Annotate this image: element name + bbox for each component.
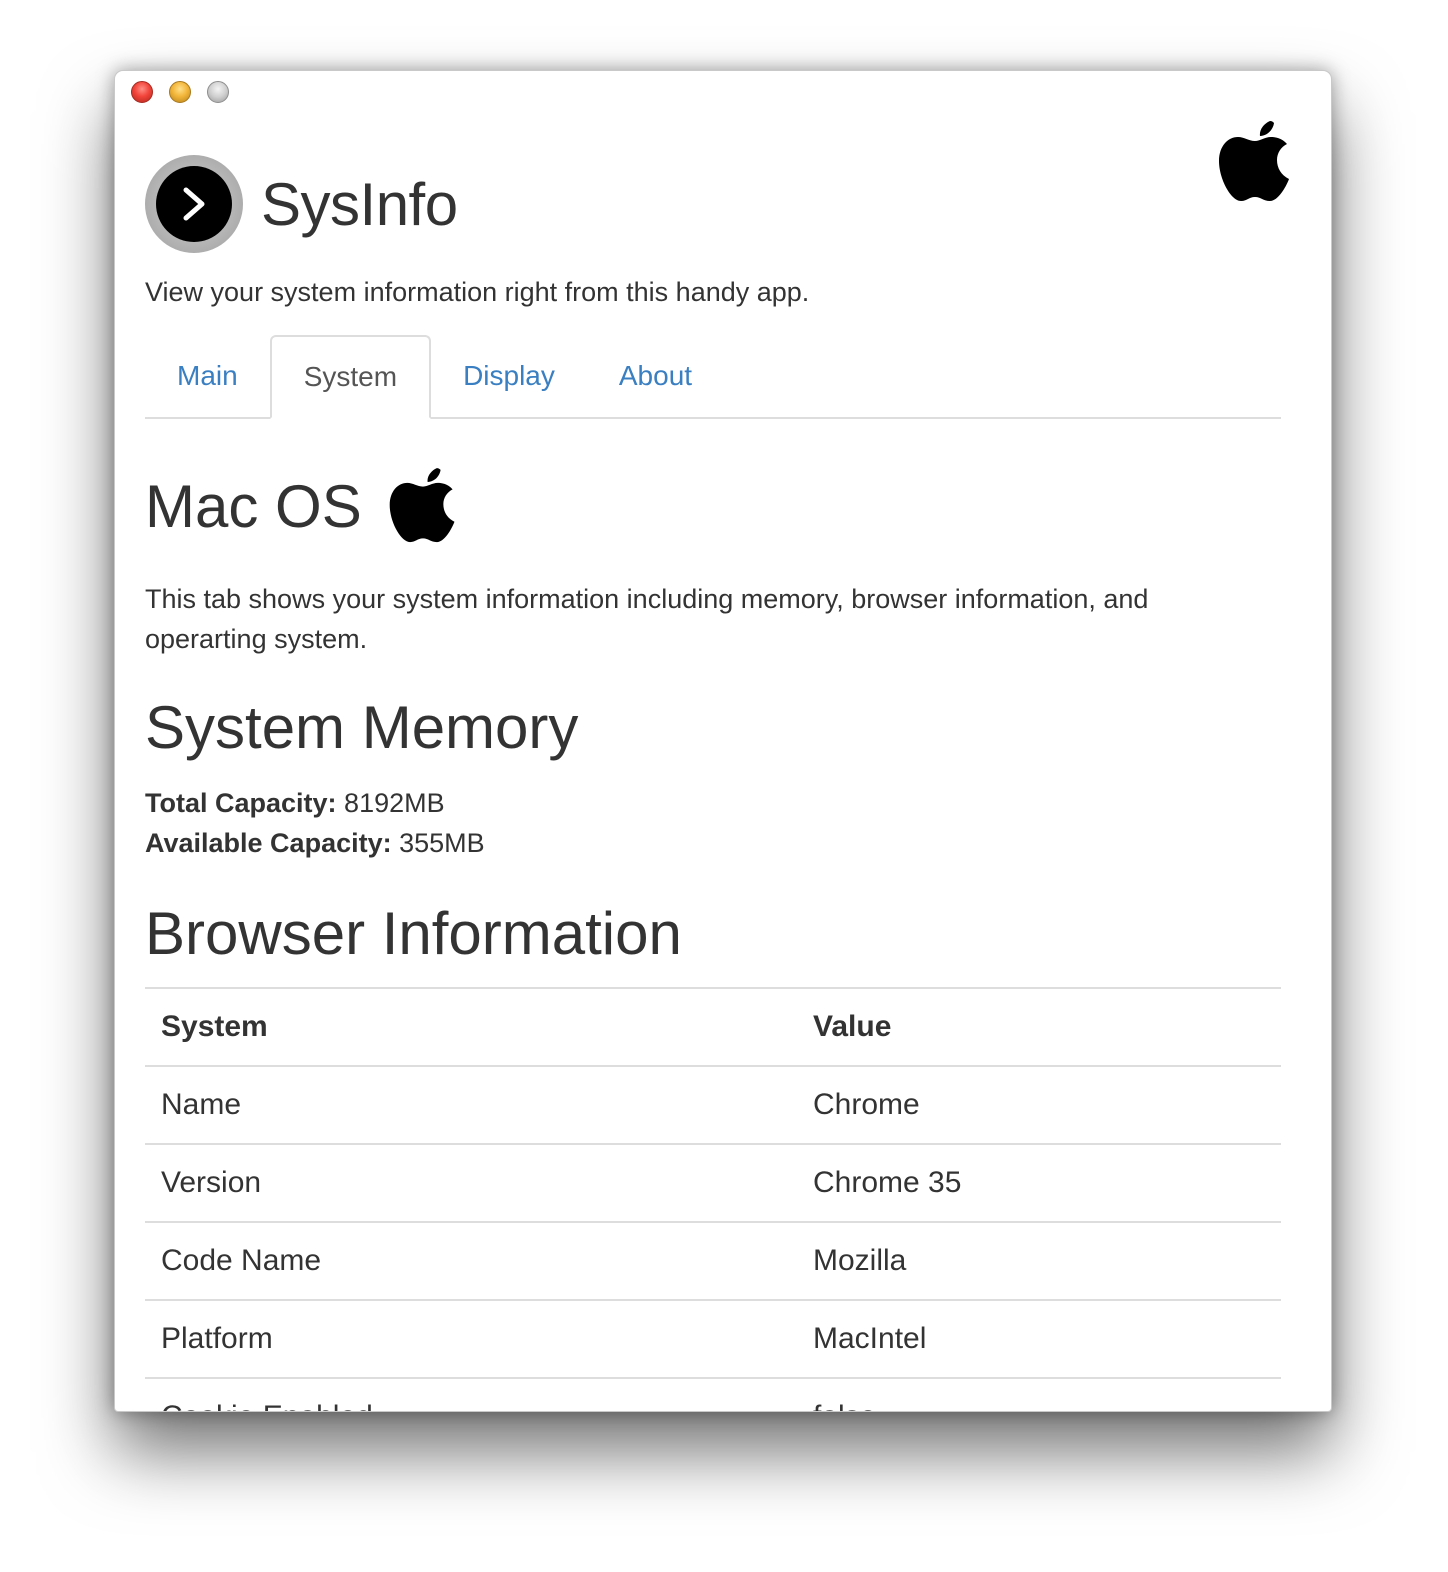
- row-key: Platform: [145, 1299, 797, 1378]
- column-header-value: Value: [797, 987, 1281, 1066]
- table-row: Code Name Mozilla: [145, 1221, 1281, 1300]
- table-row: Platform MacIntel: [145, 1299, 1281, 1378]
- table-row: Cookie Enabled false: [145, 1377, 1281, 1411]
- browser-heading: Browser Information: [145, 900, 682, 967]
- row-value: Mozilla: [797, 1221, 1281, 1300]
- row-key: Cookie Enabled: [145, 1377, 797, 1411]
- os-heading-text: Mac OS: [145, 472, 362, 540]
- tab-about[interactable]: About: [587, 335, 724, 417]
- tab-display[interactable]: Display: [431, 335, 587, 417]
- apple-icon: [389, 468, 455, 543]
- window-controls: [131, 81, 229, 103]
- browser-info-table: System Value Name Chrome Version Chrome …: [145, 987, 1281, 1411]
- row-value: MacIntel: [797, 1299, 1281, 1378]
- tab-system[interactable]: System: [269, 335, 432, 419]
- total-capacity-label: Total Capacity:: [145, 788, 337, 818]
- table-row: Name Chrome: [145, 1065, 1281, 1144]
- close-window-button[interactable]: [131, 81, 153, 103]
- tab-main[interactable]: Main: [145, 335, 270, 417]
- row-value: false: [797, 1377, 1281, 1411]
- chevron-right-icon: [145, 155, 243, 253]
- app-window: SysInfo View your system information rig…: [114, 70, 1332, 1412]
- row-key: Version: [145, 1143, 797, 1222]
- os-heading: Mac OS: [145, 463, 460, 549]
- zoom-window-button[interactable]: [207, 81, 229, 103]
- app-title: SysInfo: [261, 170, 458, 238]
- system-description: This tab shows your system information i…: [145, 584, 1149, 654]
- available-capacity-label: Available Capacity:: [145, 828, 392, 858]
- table-row: Version Chrome 35: [145, 1143, 1281, 1222]
- app-subtitle: View your system information right from …: [145, 277, 810, 307]
- table-header-row: System Value: [145, 987, 1281, 1066]
- available-capacity-row: Available Capacity: 355MB: [145, 823, 485, 863]
- app-header: SysInfo: [145, 155, 458, 253]
- row-value: Chrome 35: [797, 1143, 1281, 1222]
- tab-bar: Main System Display About: [145, 333, 1281, 419]
- row-value: Chrome: [797, 1065, 1281, 1144]
- total-capacity-row: Total Capacity: 8192MB: [145, 783, 485, 823]
- minimize-window-button[interactable]: [169, 81, 191, 103]
- memory-info: Total Capacity: 8192MB Available Capacit…: [145, 783, 485, 863]
- column-header-system: System: [145, 987, 797, 1066]
- apple-icon: [1219, 121, 1289, 201]
- available-capacity-value: 355MB: [399, 828, 485, 858]
- row-key: Code Name: [145, 1221, 797, 1300]
- total-capacity-value: 8192MB: [344, 788, 445, 818]
- memory-heading: System Memory: [145, 694, 579, 761]
- row-key: Name: [145, 1065, 797, 1144]
